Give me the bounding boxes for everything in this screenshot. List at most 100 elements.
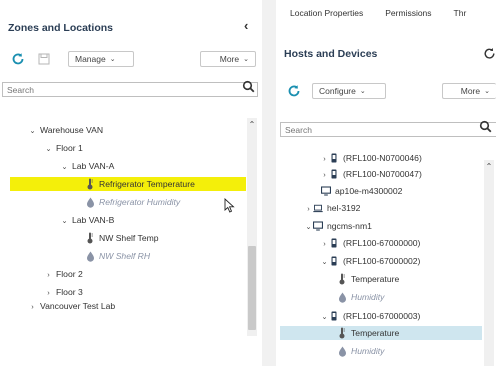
droplet-icon — [85, 250, 95, 262]
expand-arrow-icon[interactable]: › — [28, 302, 37, 311]
tree-node[interactable]: › Vancouver Test Lab — [0, 299, 115, 313]
collapse-arrow-icon[interactable]: ⌄ — [60, 162, 69, 171]
scroll-up-icon[interactable]: ⌃ — [247, 120, 257, 129]
chevron-down-icon: ⌄ — [243, 56, 249, 63]
hosts-tree: › (RFL100-N0700046) › (RFL100-N0700047) ap10… — [276, 148, 496, 366]
expand-arrow-icon[interactable]: › — [320, 154, 329, 163]
tree-node-label: Floor 1 — [56, 143, 83, 153]
tree-node[interactable]: ⌄ Floor 1 — [0, 141, 83, 155]
device-icon — [329, 310, 339, 322]
monitor-icon — [321, 185, 331, 197]
tree-node[interactable]: NW Shelf Temp — [0, 231, 159, 245]
scrollbar-thumb[interactable] — [248, 246, 256, 330]
mouse-cursor-icon — [224, 197, 235, 215]
tree-node[interactable]: ⌄ Lab VAN-B — [0, 213, 114, 227]
save-icon[interactable] — [36, 51, 52, 67]
tree-node-label: (RFL100-67000003) — [343, 311, 421, 321]
zones-and-locations-panel: Zones and Locations ‹ Manage⌄ More⌄ ⌄War… — [0, 0, 262, 366]
tree-node-label: Floor 3 — [56, 287, 83, 297]
tree-node-label: ap10e-m4300002 — [335, 186, 403, 196]
tree-node[interactable]: NW Shelf RH — [0, 249, 150, 263]
tree-node[interactable]: Temperature — [280, 326, 482, 340]
tree-node-label: (RFL100-N0700047) — [343, 169, 422, 179]
thermometer-icon — [85, 232, 95, 244]
hosts-panel-title: Hosts and Devices — [284, 48, 378, 60]
device-icon — [329, 237, 339, 249]
tree-node[interactable]: › hel-3192 — [276, 201, 360, 215]
tab-item[interactable]: Permissions — [385, 8, 431, 18]
tree-node[interactable]: › (RFL100-N0700047) — [276, 167, 422, 181]
configure-dropdown[interactable]: Configure ⌄ — [312, 83, 386, 99]
tree-node-label: hel-3192 — [327, 203, 361, 213]
tree-node[interactable]: › (RFL100-N0700046) — [276, 151, 422, 165]
thermometer-icon — [337, 273, 347, 285]
zones-panel-title: Zones and Locations — [8, 22, 114, 34]
more-dropdown-label: More — [219, 54, 240, 64]
tree-node[interactable]: ⌄ Warehouse VAN — [0, 123, 103, 137]
hosts-toolbar: Configure ⌄ More ⌄ — [276, 80, 496, 102]
tree-node[interactable]: ⌄ Lab VAN-A — [0, 159, 114, 173]
monitor-icon — [313, 220, 323, 232]
hosts-search-box — [280, 120, 496, 137]
more-dropdown[interactable]: More ⌄ — [442, 83, 496, 99]
expand-arrow-icon[interactable]: › — [320, 239, 329, 248]
manage-dropdown-label: Manage — [75, 54, 106, 64]
search-icon[interactable] — [479, 120, 492, 135]
manage-dropdown[interactable]: Manage ⌄ — [68, 51, 134, 67]
collapse-arrow-icon[interactable]: ⌄ — [320, 312, 329, 321]
tree-node-label: Temperature — [351, 274, 400, 284]
chevron-down-icon: ⌄ — [484, 88, 490, 95]
tree-node-label: Floor 2 — [56, 269, 83, 279]
collapse-arrow-icon[interactable]: ⌄ — [60, 216, 69, 225]
hosts-tree-scrollbar[interactable]: ⌃ — [484, 160, 494, 366]
zones-tree-scrollbar[interactable]: ⌃ — [247, 118, 257, 336]
zones-tree: ⌄ Warehouse VAN ⌄ Floor 1 ⌄ Lab VAN-A Refriger… — [0, 108, 262, 366]
hosts-search-input[interactable] — [281, 123, 496, 136]
thermometer-icon — [85, 178, 95, 190]
tree-node-label: NW Shelf RH — [99, 251, 151, 261]
expand-arrow-icon[interactable]: › — [44, 288, 53, 297]
settings-sync-icon[interactable] — [482, 46, 496, 60]
collapse-arrow-icon[interactable]: ⌄ — [28, 126, 37, 135]
collapse-arrow-icon[interactable]: ⌄ — [304, 222, 313, 231]
tree-node[interactable]: › (RFL100-67000000) — [276, 236, 420, 250]
tab-item[interactable]: Location Properties — [290, 8, 363, 18]
hosts-and-devices-panel: Location Properties Permissions Thr Hosts … — [276, 0, 496, 366]
tree-node-label: (RFL100-67000002) — [343, 256, 421, 266]
expand-arrow-icon[interactable]: › — [304, 204, 313, 213]
tree-node[interactable]: ⌄ (RFL100-67000003) — [276, 309, 420, 323]
collapse-arrow-icon[interactable]: ⌄ — [320, 257, 329, 266]
search-icon[interactable] — [242, 80, 255, 95]
tree-node[interactable]: ⌄ (RFL100-67000002) — [276, 254, 420, 268]
expand-arrow-icon[interactable]: › — [44, 270, 53, 279]
tree-node[interactable]: Refrigerator Humidity — [0, 195, 180, 209]
tree-node[interactable]: Humidity — [276, 290, 384, 304]
refresh-icon[interactable] — [10, 51, 26, 67]
more-dropdown[interactable]: More ⌄ — [200, 51, 256, 67]
device-icon — [329, 168, 339, 180]
tree-node[interactable]: Humidity — [276, 344, 384, 358]
zones-search-box — [2, 80, 258, 97]
zones-search-input[interactable] — [3, 83, 257, 96]
droplet-icon — [85, 196, 95, 208]
expand-arrow-icon[interactable]: › — [320, 170, 329, 179]
tree-node-label: Temperature — [351, 328, 400, 338]
tree-node[interactable]: › Floor 2 — [0, 267, 83, 281]
chevron-down-icon: ⌄ — [109, 56, 116, 63]
refresh-icon[interactable] — [286, 83, 302, 99]
tree-node[interactable]: Temperature — [276, 272, 399, 286]
tree-node[interactable]: › Floor 3 — [0, 285, 83, 299]
detail-tabs: Location Properties Permissions Thr — [290, 0, 496, 26]
tree-node-label: Refrigerator Temperature — [99, 179, 195, 189]
tree-node-label: Vancouver Test Lab — [40, 301, 116, 311]
tree-node[interactable]: ⌄ ngcms-nm1 — [276, 219, 372, 233]
configure-dropdown-label: Configure — [319, 86, 356, 96]
collapse-panel-icon[interactable]: ‹ — [244, 18, 248, 33]
tab-item[interactable]: Thr — [454, 8, 467, 18]
tree-node[interactable]: ap10e-m4300002 — [276, 184, 402, 198]
scroll-up-icon[interactable]: ⌃ — [484, 162, 494, 171]
droplet-icon — [337, 345, 347, 357]
collapse-arrow-icon[interactable]: ⌄ — [44, 144, 53, 153]
tree-node[interactable]: Refrigerator Temperature — [10, 177, 246, 191]
tree-node-label: Lab VAN-A — [72, 161, 115, 171]
